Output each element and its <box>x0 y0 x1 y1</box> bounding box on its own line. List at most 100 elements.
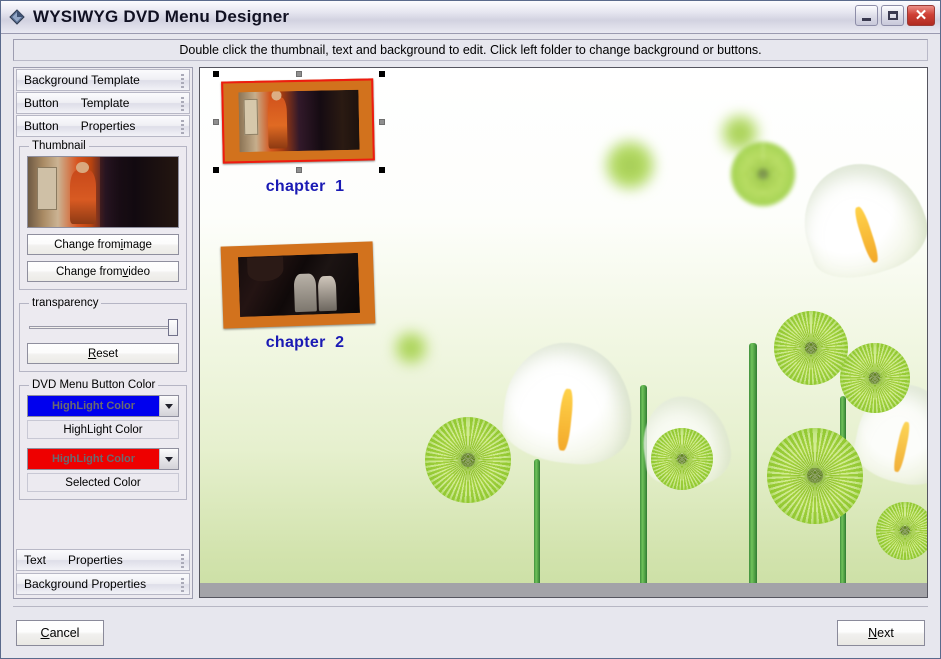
dvd-diamond-icon <box>7 7 27 27</box>
menu-design-canvas[interactable]: chapter 1 chapter 2 <box>199 67 928 598</box>
green-pompom <box>767 427 864 524</box>
flower-stem <box>639 385 647 597</box>
green-pompom <box>650 427 713 490</box>
transparency-slider-thumb[interactable] <box>168 319 178 336</box>
grip-icon <box>181 97 184 111</box>
window-title: WYSIWYG DVD Menu Designer <box>33 7 290 26</box>
chapter-2-thumbnail[interactable] <box>220 241 376 329</box>
button-color-group-legend: DVD Menu Button Color <box>32 379 156 391</box>
pompom-center <box>805 342 818 355</box>
chapter-button-2[interactable]: chapter 2 <box>220 241 388 352</box>
next-button[interactable]: Next <box>837 619 925 646</box>
pompom-center <box>900 526 910 536</box>
scene-hair <box>247 256 285 282</box>
next-accesskey: N <box>868 625 878 640</box>
chapter-2-scene <box>237 252 360 318</box>
resize-handle-w[interactable] <box>213 119 219 125</box>
thumbnail-group-legend: Thumbnail <box>32 140 86 152</box>
resize-handle-ne[interactable] <box>379 71 385 77</box>
sidebar-panel: Background Template Button Template Butt… <box>13 67 193 599</box>
green-pompom <box>876 501 927 560</box>
sidebar-item-background-properties[interactable]: Background Properties <box>16 573 190 595</box>
resize-handle-nw[interactable] <box>213 71 219 77</box>
pompom-center <box>676 453 687 464</box>
selected-color-label: Selected Color <box>27 473 179 492</box>
selected-color-combo[interactable]: HighLight Color <box>27 448 179 470</box>
pompom-blurred <box>607 142 654 189</box>
green-pompom <box>425 417 512 504</box>
sidebar-item-text-properties[interactable]: Text Properties <box>16 549 190 571</box>
sidebar-item-button-template[interactable]: Button Template <box>16 92 190 114</box>
canvas-bottom-strip <box>200 583 927 597</box>
selected-color-swatch[interactable]: HighLight Color <box>28 449 159 469</box>
resize-handle-e[interactable] <box>379 119 385 125</box>
chapter-1-scene <box>238 89 360 153</box>
thumbnail-shadow <box>100 157 178 227</box>
title-bar: WYSIWYG DVD Menu Designer ✕ <box>1 1 940 34</box>
scene-person <box>267 96 288 149</box>
selected-color-dropdown-arrow-icon[interactable] <box>159 449 178 469</box>
section-label-secondary: Properties <box>68 553 123 567</box>
close-button[interactable]: ✕ <box>907 5 935 26</box>
sidebar-item-button-properties[interactable]: Button Properties <box>16 115 190 137</box>
green-pompom <box>839 343 910 414</box>
scene-person-a <box>293 273 317 312</box>
change-from-video-button[interactable]: Change from v ideo <box>27 261 179 282</box>
transparency-reset-button[interactable]: Reset <box>27 343 179 364</box>
highlight-color-swatch[interactable]: HighLight Color <box>28 396 159 416</box>
pompom-center <box>461 453 476 467</box>
grip-icon <box>181 74 184 88</box>
flower-stem <box>748 343 757 597</box>
work-area: Background Template Button Template Butt… <box>1 67 940 599</box>
section-label: Background Properties <box>24 577 147 591</box>
chapter-1-image <box>238 89 360 153</box>
change-from-image-label-post: mage <box>123 238 152 251</box>
section-label: Text <box>24 553 47 567</box>
section-label-secondary: Properties <box>80 119 136 133</box>
cancel-button[interactable]: Cancel <box>16 619 104 646</box>
section-label: Button <box>24 119 59 133</box>
dvd-menu-button-color-group: DVD Menu Button Color HighLight Color Hi… <box>19 379 187 500</box>
thumbnail-group: Thumbnail Change from i mage Change from … <box>19 140 187 290</box>
resize-handle-s[interactable] <box>296 167 302 173</box>
pompom-blurred <box>396 332 427 363</box>
sidebar-item-background-template[interactable]: Background Template <box>16 69 190 91</box>
highlight-color-label: HighLight Color <box>27 420 179 439</box>
maximize-button[interactable] <box>881 5 904 26</box>
pompom-center <box>869 372 881 384</box>
lily-spadix <box>556 387 575 452</box>
pompom-soft <box>730 142 795 207</box>
chapter-2-image <box>237 252 360 318</box>
section-label: Background Template <box>24 73 140 87</box>
chapter-2-label[interactable]: chapter 2 <box>222 334 388 352</box>
section-label: Button <box>24 96 59 110</box>
transparency-group: transparency Reset <box>19 297 187 372</box>
resize-handle-n[interactable] <box>296 71 302 77</box>
highlight-color-dropdown-arrow-icon[interactable] <box>159 396 178 416</box>
scene-window <box>243 98 259 136</box>
footer-bar: Cancel Next <box>13 606 928 658</box>
cancel-accesskey: C <box>40 625 50 640</box>
thumbnail-preview[interactable] <box>27 156 179 228</box>
thumbnail-figure <box>70 162 96 225</box>
next-label-post: ext <box>877 625 894 640</box>
close-icon: ✕ <box>914 7 928 24</box>
highlight-color-combo[interactable]: HighLight Color <box>27 395 179 417</box>
minimize-button[interactable] <box>855 5 878 26</box>
lily-spadix <box>852 205 881 265</box>
cancel-label-post: ancel <box>49 625 80 640</box>
resize-handle-sw[interactable] <box>213 167 219 173</box>
transparency-slider[interactable] <box>27 317 179 337</box>
change-from-image-button[interactable]: Change from i mage <box>27 234 179 255</box>
chapter-1-thumbnail[interactable] <box>221 78 375 164</box>
transparency-slider-track <box>29 326 169 329</box>
application-window: WYSIWYG DVD Menu Designer ✕ Double click… <box>0 0 941 659</box>
change-from-image-label-pre: Change from <box>54 238 121 251</box>
resize-handle-se[interactable] <box>379 167 385 173</box>
thumbnail-door <box>37 166 57 211</box>
button-properties-body: Thumbnail Change from i mage Change from … <box>14 137 192 548</box>
chapter-button-1[interactable]: chapter 1 <box>213 71 388 196</box>
reset-accesskey: R <box>87 347 97 360</box>
minimize-icon <box>862 17 871 21</box>
chapter-1-label[interactable]: chapter 1 <box>222 178 388 196</box>
